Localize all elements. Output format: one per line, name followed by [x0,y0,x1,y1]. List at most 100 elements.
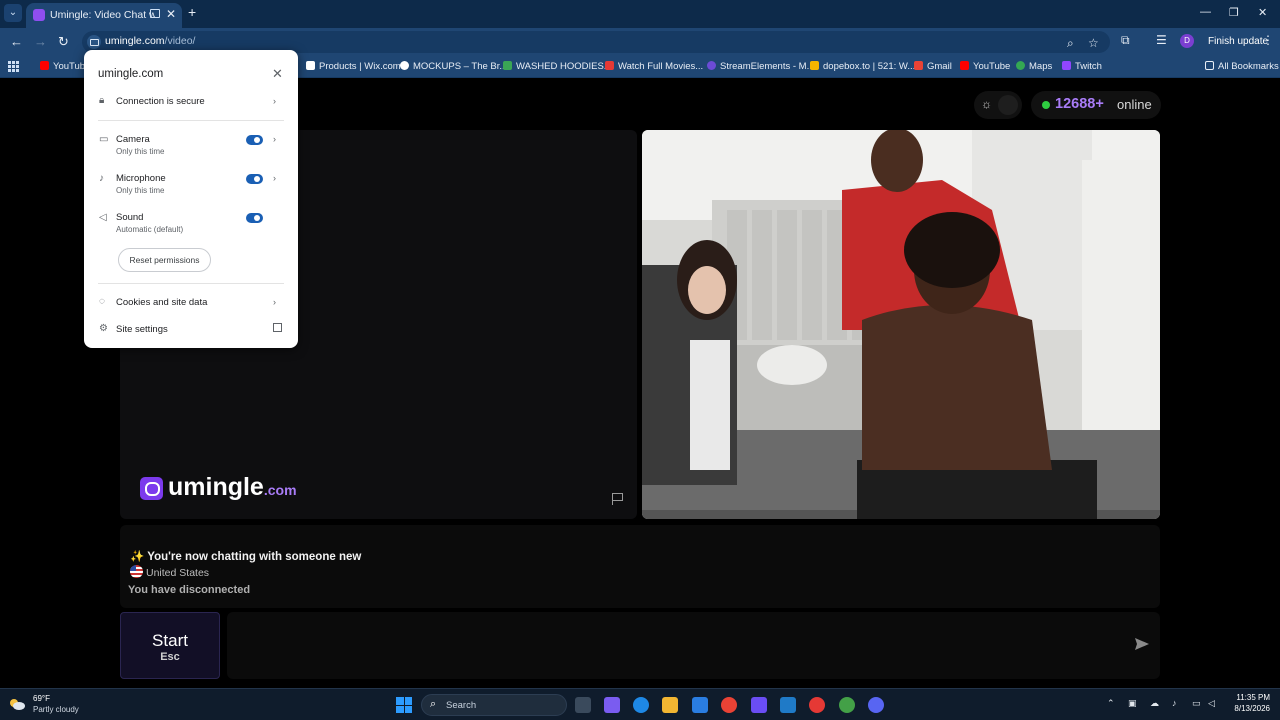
bookmark-mockups[interactable]: MOCKUPS – The Br... [400,61,507,72]
camera-label: Camera [116,134,150,145]
theme-toggle[interactable]: ☼ [974,91,1022,119]
divider [98,283,284,284]
windows-start-icon[interactable] [396,697,412,713]
chrome-icon[interactable] [721,697,737,713]
copilot-icon[interactable] [604,697,620,713]
microphone-toggle[interactable] [246,174,263,184]
partner-country: United States [130,565,209,579]
minimize-icon[interactable]: — [1200,6,1211,18]
search-label: Search [446,700,477,711]
tray-chevron-icon[interactable]: ⌃ [1107,698,1115,709]
forward-icon[interactable]: → [34,34,47,49]
edge-icon[interactable] [633,697,649,713]
online-status-dot [1042,101,1050,109]
bookmark-youtube[interactable]: YouTube [40,61,90,72]
remote-video-panel [642,130,1160,519]
microphone-label: Microphone [116,173,166,184]
reset-permissions-button[interactable]: Reset permissions [118,248,211,272]
bookmark-washed-hoodies[interactable]: WASHED HOODIES... [503,61,612,72]
task-view-icon[interactable] [575,697,591,713]
sun-icon: ☼ [981,97,992,111]
cookies-label: Cookies and site data [116,297,208,308]
bookmark-gmail[interactable]: Gmail [914,61,952,72]
display-icon[interactable]: ▭ [1192,698,1201,709]
restore-icon[interactable]: ❐ [1229,6,1239,19]
profile-avatar[interactable]: D [1180,34,1194,48]
site-settings-row[interactable]: ⚙ Site settings [84,322,298,338]
tab-strip: ⌄ Umingle: Video Chat with S ✕ + — ❐ ✕ [0,0,1280,28]
taskbar-clock[interactable]: 11:35 PM 8/13/2026 [1226,693,1270,713]
camera-icon: ▭ [99,134,109,145]
weather-desc: Partly cloudy [33,705,79,714]
bookmark-streamelements[interactable]: StreamElements - M... [707,61,815,72]
taskbar-search[interactable]: ⌕ Search [421,694,567,716]
more-menu-icon[interactable]: ⋮ [1262,33,1274,47]
chevron-right-icon: › [273,297,276,307]
camera-toggle[interactable] [246,135,263,145]
send-icon[interactable] [1135,638,1149,650]
site-info-icon[interactable] [87,35,101,49]
mic-tray-icon[interactable]: ♪ [1172,698,1177,708]
umingle-favicon-icon [33,9,45,21]
camera-sub: Only this time [116,147,165,156]
online-count: 12688+ [1055,96,1104,112]
bookmark-wix[interactable]: Products | Wix.com [306,61,401,72]
bookmark-maps[interactable]: Maps [1016,61,1052,72]
close-tab-icon[interactable]: ✕ [166,7,176,21]
microphone-icon: ♪ [99,173,104,184]
toggle-knob [998,95,1018,115]
site-info-popup: umingle.com ✕ 🔒︎ Connection is secure › … [84,50,298,348]
media-controls-icon[interactable]: ☰ [1156,33,1167,47]
zoom-icon[interactable]: ⌕ [1067,36,1074,51]
taskbar: 69°F Partly cloudy ⌕ Search ⌃ ▣ ☁ ♪ ▭ ◁ … [0,688,1280,720]
camera-permission-row[interactable]: ▭ Camera Only this time › [84,132,298,160]
app-red-icon[interactable] [809,697,825,713]
active-tab[interactable]: Umingle: Video Chat with S ✕ [26,3,182,28]
volume-icon[interactable]: ◁ [1208,698,1215,709]
apps-grid-icon[interactable] [8,61,19,72]
start-shortcut: Esc [160,651,180,663]
disconnected-message: You have disconnected [128,584,251,596]
tab-search-button[interactable]: ⌄ [4,4,22,22]
all-bookmarks[interactable]: All Bookmarks [1205,61,1279,72]
lock-icon: 🔒︎ [99,95,105,106]
app-grid-icon[interactable] [751,697,767,713]
back-icon[interactable]: ← [10,34,23,49]
extensions-icon[interactable]: ⧉ [1121,33,1130,48]
discord-icon[interactable] [868,697,884,713]
close-window-icon[interactable]: ✕ [1258,6,1267,19]
cookies-row[interactable]: ◌ Cookies and site data › [84,295,298,311]
remote-video-feed [642,130,1160,519]
bookmark-youtube-2[interactable]: YouTube [960,61,1010,72]
connection-row[interactable]: 🔒︎ Connection is secure › [84,94,298,110]
sound-toggle[interactable] [246,213,263,223]
report-flag-icon[interactable] [610,492,624,506]
message-input[interactable] [227,612,1160,679]
microphone-permission-row[interactable]: ♪ Microphone Only this time › [84,171,298,199]
sound-permission-row[interactable]: ◁ Sound Automatic (default) [84,210,298,238]
onedrive-icon[interactable]: ☁ [1150,698,1159,709]
chevron-right-icon: › [273,96,276,106]
start-button[interactable]: Start Esc [120,612,220,679]
tray-app-icon[interactable]: ▣ [1128,698,1137,709]
chevron-right-icon: › [273,134,276,144]
reload-icon[interactable]: ↻ [58,34,69,50]
new-tab-button[interactable]: + [188,4,196,20]
speaker-icon: ◁ [99,212,107,223]
store-icon[interactable] [692,697,708,713]
file-explorer-icon[interactable] [662,697,678,713]
online-counter: 12688+ online [1031,91,1161,119]
bookmark-dopebox[interactable]: dopebox.to | 521: W... [810,61,915,72]
chrome-profile-icon[interactable] [839,697,855,713]
cookie-icon: ◌ [99,296,105,307]
tab-title: Umingle: Video Chat with S [50,9,155,21]
popup-close-icon[interactable]: ✕ [272,66,283,82]
weather-temp: 69°F [33,694,50,703]
bookmark-twitch[interactable]: Twitch [1062,61,1102,72]
clock-time: 11:35 PM [1236,693,1270,702]
microphone-sub: Only this time [116,186,165,195]
photos-icon[interactable] [780,697,796,713]
bookmark-star-icon[interactable]: ☆ [1088,36,1099,50]
bookmark-watch-movies[interactable]: Watch Full Movies... [605,61,703,72]
open-external-icon[interactable] [273,323,282,332]
